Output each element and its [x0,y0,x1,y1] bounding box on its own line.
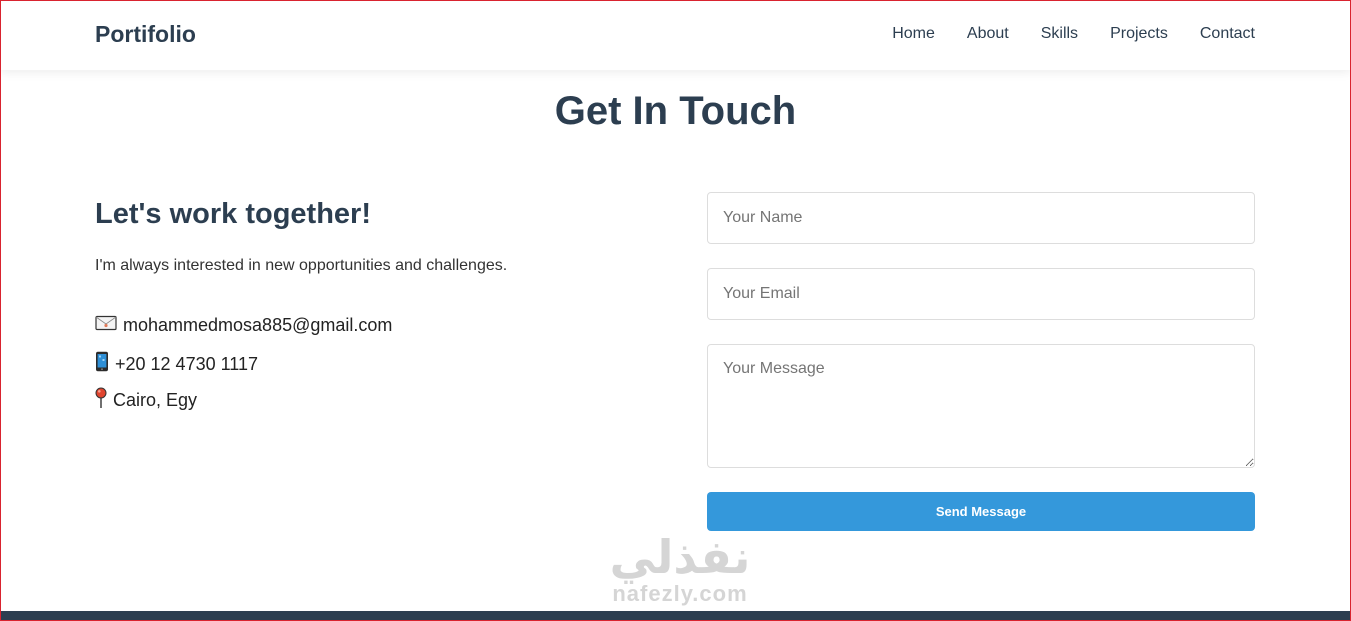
envelope-icon [95,315,117,336]
main-nav: Home About Skills Projects Contact [860,24,1255,44]
footer-strip [0,611,1351,621]
pushpin-icon [95,387,107,414]
mobile-phone-icon [95,351,109,377]
contact-phone: +20 12 4730 1117 [95,351,258,377]
contact-location-text: Cairo, Egy [113,390,198,410]
send-message-button[interactable]: Send Message [707,492,1255,531]
email-input[interactable] [707,268,1255,320]
name-input[interactable] [707,192,1255,244]
message-textarea[interactable] [707,344,1255,468]
nav-link-skills[interactable]: Skills [1041,24,1078,44]
nav-link-projects[interactable]: Projects [1110,24,1168,44]
nav-link-contact[interactable]: Contact [1200,24,1255,44]
contact-email: mohammedmosa885@gmail.com [95,315,392,336]
contact-location: Cairo, Egy [95,387,197,414]
watermark-latin: nafezly.com [612,581,748,606]
nav-link-home[interactable]: Home [892,24,935,44]
contact-phone-text: +20 12 4730 1117 [115,353,258,374]
contact-info-heading: Let's work together! [95,198,371,230]
contact-email-text: mohammedmosa885@gmail.com [123,315,393,335]
nav-link-about[interactable]: About [967,24,1009,44]
section-title: Get In Touch [554,89,797,133]
watermark-arabic: نفذلي [609,531,751,583]
contact-info-text: I'm always interested in new opportuniti… [95,257,508,274]
watermark: نفذلي nafezly.com [590,532,770,606]
brand-logo[interactable]: Portifolio [95,21,196,48]
site-header: Portifolio Home About Skills Projects Co… [0,0,1351,70]
